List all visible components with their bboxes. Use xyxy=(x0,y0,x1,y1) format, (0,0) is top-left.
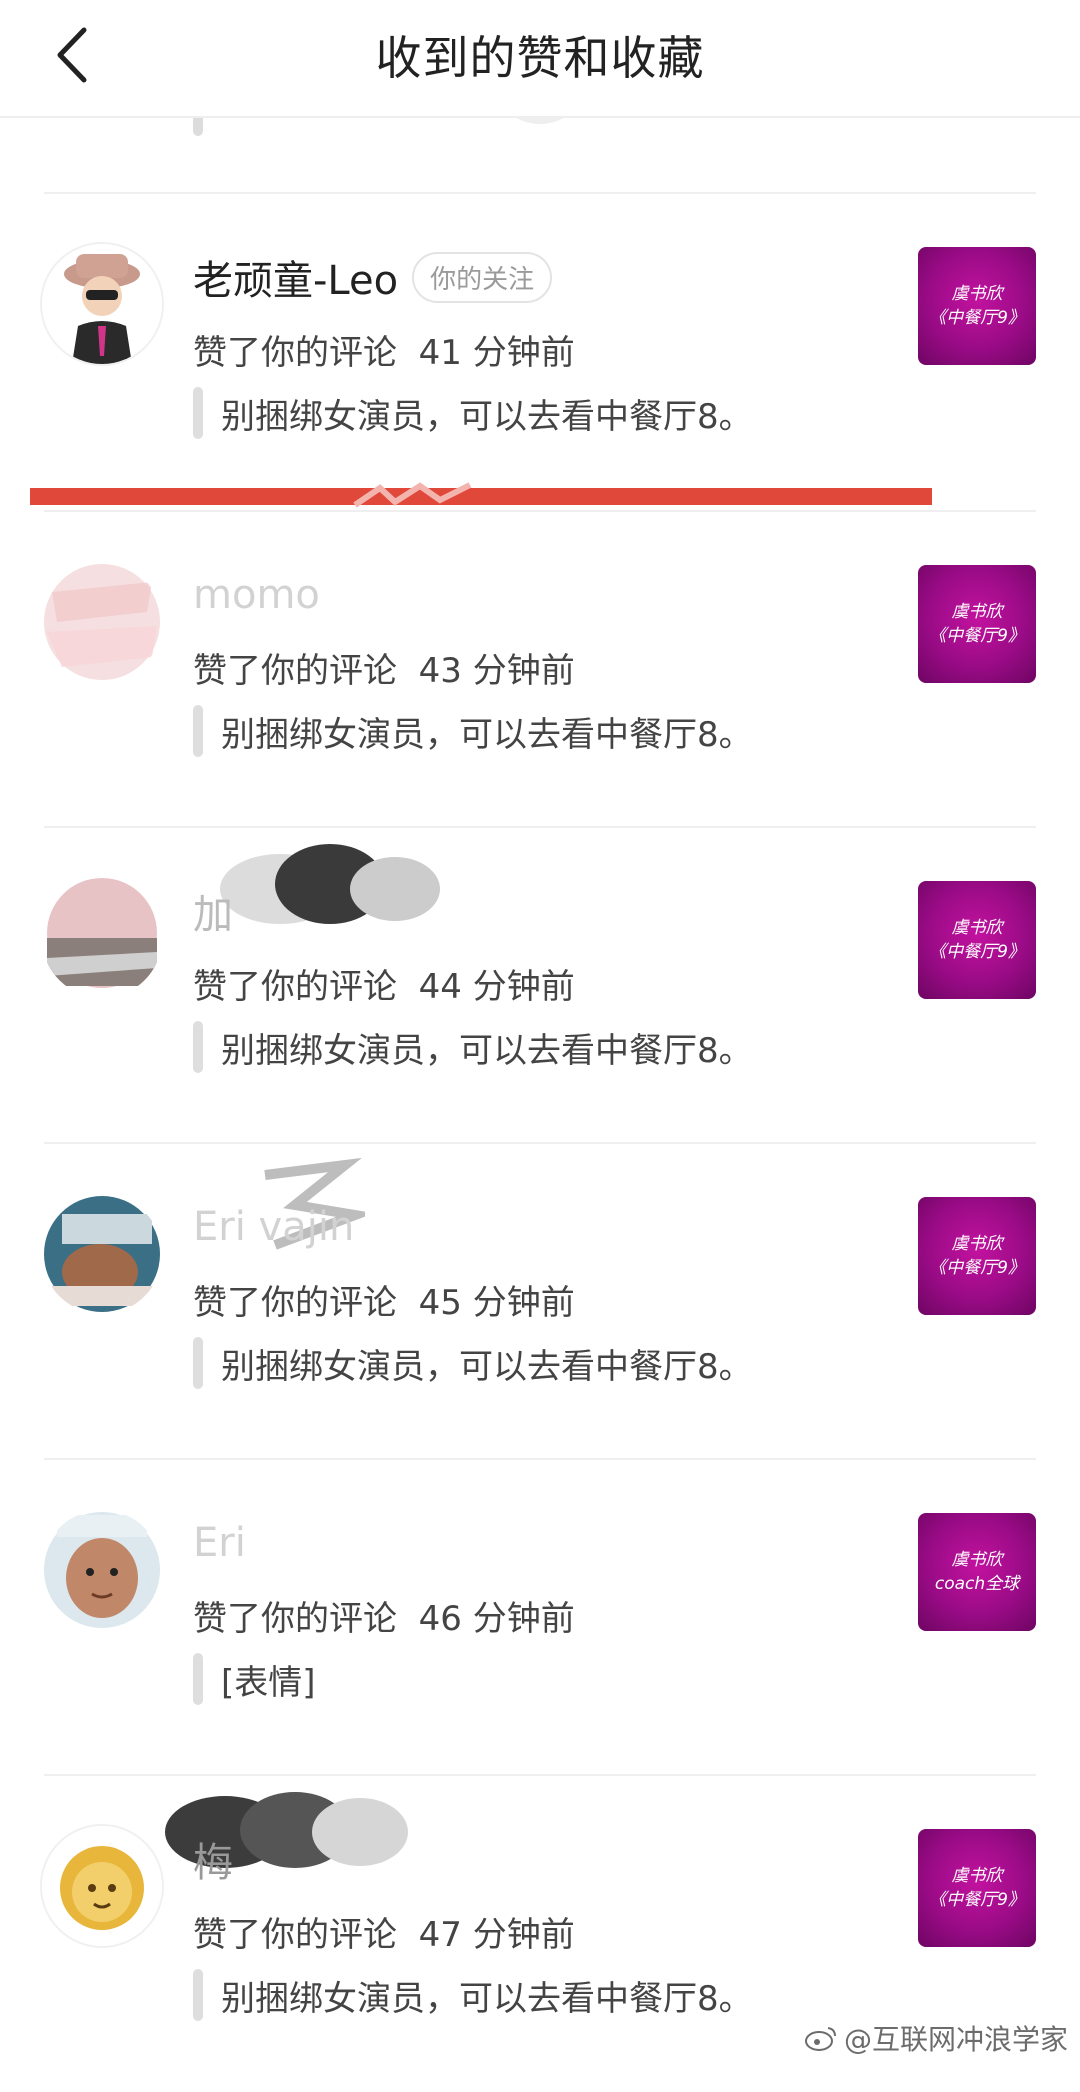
action-text: 赞了你的评论 46 分钟前 xyxy=(193,1591,575,1640)
following-badge: 你的关注 xyxy=(412,251,553,303)
thumbnail-caption: 《中餐厅9》 xyxy=(929,308,1025,328)
divider xyxy=(44,1458,1036,1460)
action-text: 赞了你的评论 43 分钟前 xyxy=(193,643,575,692)
action-label: 赞了你的评论 xyxy=(193,1599,397,1639)
quote-text: 别捆绑女演员，可以去看中餐厅8。 xyxy=(221,1346,753,1387)
thumbnail-caption: 《中餐厅9》 xyxy=(929,942,1025,962)
timestamp: 43 分钟前 xyxy=(418,651,575,691)
quote-text: 别捆绑女演员，可以去看中餐厅8。 xyxy=(221,1030,753,1071)
username[interactable]: 老顽童-Leo xyxy=(193,248,398,306)
thumbnail-caption: 虞书欣 xyxy=(951,1550,1003,1570)
red-highlight-line xyxy=(30,488,932,505)
thumbnail-caption: 虞书欣 xyxy=(951,1234,1003,1254)
thumbnail-caption: 《中餐厅9》 xyxy=(929,1258,1025,1278)
previous-item-remnant xyxy=(0,76,1080,196)
top-bar: 收到的赞和收藏 xyxy=(0,0,1080,118)
username[interactable]: 梅 xyxy=(193,1830,233,1888)
quoted-comment[interactable]: 别捆绑女演员，可以去看中餐厅8。 xyxy=(193,1967,753,2023)
thumbnail-caption: 《中餐厅9》 xyxy=(929,1890,1025,1910)
quoted-comment[interactable]: 别捆绑女演员，可以去看中餐厅8。 xyxy=(193,385,753,441)
post-thumbnail[interactable]: 虞书欣 《中餐厅9》 xyxy=(918,247,1036,365)
post-thumbnail[interactable]: 虞书欣 《中餐厅9》 xyxy=(918,881,1036,999)
timestamp: 41 分钟前 xyxy=(418,333,575,373)
watermark: @互联网冲浪学家 xyxy=(804,2018,1068,2058)
post-thumbnail[interactable]: 虞书欣 《中餐厅9》 xyxy=(918,1197,1036,1315)
quote-text: 别捆绑女演员，可以去看中餐厅8。 xyxy=(221,714,753,755)
avatar[interactable] xyxy=(40,1508,164,1632)
quote-text: [表情] xyxy=(221,1662,316,1703)
quote-bar xyxy=(193,705,203,757)
watermark-text: @互联网冲浪学家 xyxy=(843,2023,1068,2056)
action-label: 赞了你的评论 xyxy=(193,1915,397,1955)
page-title: 收到的赞和收藏 xyxy=(375,31,705,85)
list-item[interactable]: Eri 赞了你的评论 46 分钟前 [表情] 虞书欣 coach全球 xyxy=(0,1461,1080,1776)
avatar[interactable] xyxy=(40,1192,164,1316)
list-item[interactable]: Eri vajin 赞了你的评论 45 分钟前 别捆绑女演员，可以去看中餐厅8。… xyxy=(0,1145,1080,1460)
quoted-comment[interactable]: [表情] xyxy=(193,1651,316,1707)
quote-bar xyxy=(193,387,203,439)
avatar[interactable] xyxy=(40,876,164,1000)
thumbnail-caption: 虞书欣 xyxy=(951,284,1003,304)
list-item[interactable]: 加 赞了你的评论 44 分钟前 别捆绑女演员，可以去看中餐厅8。 虞书欣 《中餐… xyxy=(0,829,1080,1144)
divider xyxy=(44,1774,1036,1776)
quoted-comment[interactable]: 别捆绑女演员，可以去看中餐厅8。 xyxy=(193,1335,753,1391)
post-thumbnail[interactable]: 虞书欣 《中餐厅9》 xyxy=(918,1829,1036,1947)
action-label: 赞了你的评论 xyxy=(193,651,397,691)
list-item[interactable]: momo 赞了你的评论 43 分钟前 别捆绑女演员，可以去看中餐厅8。 虞书欣 … xyxy=(0,513,1080,828)
action-label: 赞了你的评论 xyxy=(193,333,397,373)
quoted-comment[interactable]: 别捆绑女演员，可以去看中餐厅8。 xyxy=(193,703,753,759)
quote-bar xyxy=(193,1969,203,2021)
quoted-comment[interactable]: 别捆绑女演员，可以去看中餐厅8。 xyxy=(193,1019,753,1075)
action-text: 赞了你的评论 47 分钟前 xyxy=(193,1907,575,1956)
action-label: 赞了你的评论 xyxy=(193,967,397,1007)
quote-bar xyxy=(193,1021,203,1073)
avatar[interactable] xyxy=(40,1824,164,1948)
quote-text: 别捆绑女演员，可以去看中餐厅8。 xyxy=(221,396,753,437)
quote-text: 别捆绑女演员，可以去看中餐厅8。 xyxy=(221,1978,753,2019)
thumbnail-caption: 虞书欣 xyxy=(951,918,1003,938)
action-text: 赞了你的评论 41 分钟前 xyxy=(193,325,575,374)
divider xyxy=(44,1142,1036,1144)
list-item[interactable]: 老顽童-Leo 你的关注 赞了你的评论 41 分钟前 别捆绑女演员，可以去看中餐… xyxy=(0,195,1080,510)
quote-bar xyxy=(193,1653,203,1705)
username[interactable]: Eri xyxy=(193,1520,246,1566)
thumbnail-caption: coach全球 xyxy=(934,1574,1020,1594)
username[interactable]: momo xyxy=(193,572,320,618)
weibo-logo-icon xyxy=(804,2027,836,2051)
thumbnail-caption: 虞书欣 xyxy=(951,602,1003,622)
timestamp: 46 分钟前 xyxy=(418,1599,575,1639)
quote-bar xyxy=(193,1337,203,1389)
divider xyxy=(44,192,1036,194)
redaction-scribble xyxy=(220,844,440,924)
timestamp: 44 分钟前 xyxy=(418,967,575,1007)
divider xyxy=(44,826,1036,828)
action-text: 赞了你的评论 45 分钟前 xyxy=(193,1275,575,1324)
post-thumbnail[interactable]: 虞书欣 《中餐厅9》 xyxy=(918,565,1036,683)
username[interactable]: Eri vajin xyxy=(193,1204,354,1250)
timestamp: 47 分钟前 xyxy=(418,1915,575,1955)
divider xyxy=(44,510,1036,512)
post-thumbnail[interactable]: 虞书欣 coach全球 xyxy=(918,1513,1036,1631)
avatar[interactable] xyxy=(40,242,164,366)
action-label: 赞了你的评论 xyxy=(193,1283,397,1323)
thumbnail-caption: 虞书欣 xyxy=(951,1866,1003,1886)
avatar[interactable] xyxy=(40,560,164,684)
thumbnail-caption: 《中餐厅9》 xyxy=(929,626,1025,646)
timestamp: 45 分钟前 xyxy=(418,1283,575,1323)
action-text: 赞了你的评论 44 分钟前 xyxy=(193,959,575,1008)
username[interactable]: 加 xyxy=(193,882,233,940)
